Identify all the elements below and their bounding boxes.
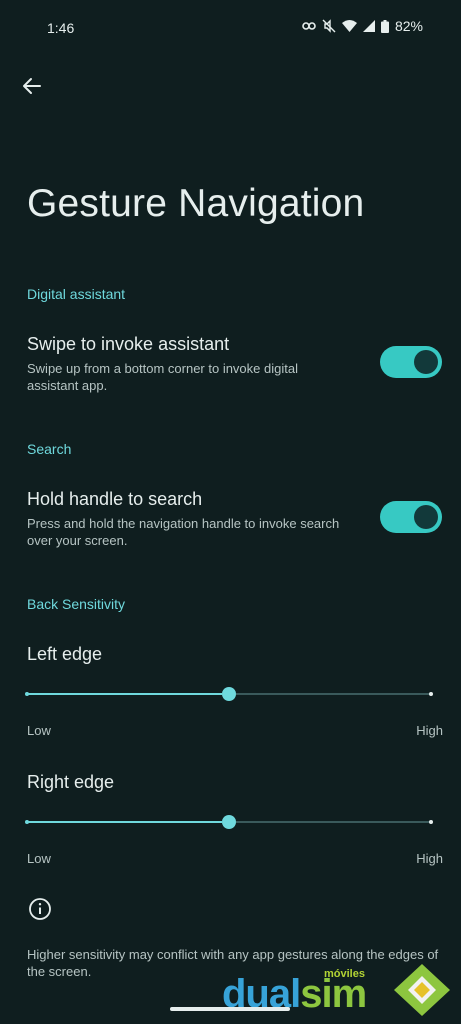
slider-track-active [27, 693, 222, 695]
signal-icon [362, 20, 375, 32]
slider-thumb[interactable] [222, 687, 236, 701]
hold-handle-toggle[interactable] [380, 501, 442, 533]
wifi-icon [341, 20, 357, 32]
status-icons: 82% [302, 18, 423, 34]
right-edge-high-label: High [416, 851, 443, 866]
right-edge-slider[interactable] [25, 815, 433, 829]
arrow-back-icon [22, 76, 42, 101]
hold-handle-title: Hold handle to search [27, 489, 203, 509]
slider-tick-end [429, 692, 433, 696]
battery-icon [380, 19, 389, 33]
section-header-search: Search [27, 441, 72, 457]
left-edge-high-label: High [416, 723, 443, 738]
left-edge-title: Left edge [27, 644, 103, 664]
slider-thumb[interactable] [222, 815, 236, 829]
back-button[interactable] [18, 74, 46, 102]
slider-tick-start [25, 692, 29, 696]
status-bar: 1:46 82% [0, 0, 461, 56]
sim-card-icon [392, 962, 452, 1023]
watermark-sim: sim [300, 972, 367, 1016]
slider-tick-end [429, 820, 433, 824]
section-header-digital-assistant: Digital assistant [27, 286, 126, 302]
slider-tick-start [25, 820, 29, 824]
swipe-assistant-summary: Swipe up from a bottom corner to invoke … [27, 361, 298, 393]
battery-percent: 82% [394, 18, 423, 34]
status-time: 1:46 [47, 20, 75, 36]
toggle-thumb [414, 505, 438, 529]
vpn-key-icon [302, 21, 316, 31]
toggle-thumb [414, 350, 438, 374]
hold-handle-summary: Press and hold the navigation handle to … [27, 516, 340, 548]
info-icon [28, 897, 52, 921]
left-edge-low-label: Low [27, 723, 51, 738]
navigation-handle[interactable] [170, 1007, 290, 1011]
slider-track-inactive [236, 693, 431, 695]
swipe-assistant-title: Swipe to invoke assistant [27, 334, 230, 354]
right-edge-low-label: Low [27, 851, 51, 866]
mute-icon [322, 19, 336, 33]
left-edge-slider[interactable] [25, 687, 433, 701]
swipe-assistant-toggle[interactable] [380, 346, 442, 378]
page-title: Gesture Navigation [27, 182, 365, 225]
section-header-back-sensitivity: Back Sensitivity [27, 596, 126, 612]
slider-track-inactive [236, 821, 431, 823]
right-edge-title: Right edge [27, 772, 115, 792]
slider-track-active [27, 821, 222, 823]
